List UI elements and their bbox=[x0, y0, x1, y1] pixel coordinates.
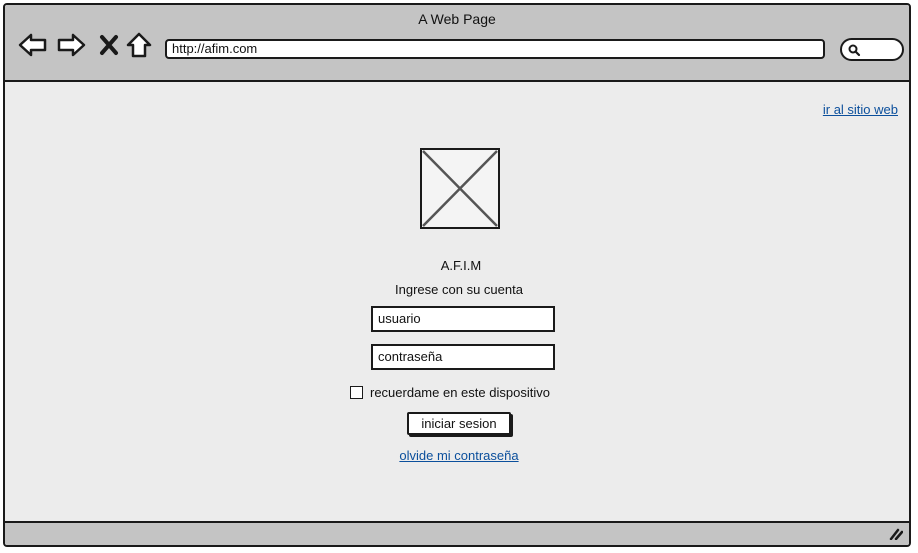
forward-button[interactable] bbox=[55, 30, 87, 60]
address-bar[interactable]: http://afim.com bbox=[165, 39, 825, 59]
brand-name: A.F.I.M bbox=[440, 258, 482, 273]
stop-button[interactable] bbox=[93, 30, 125, 60]
logo-placeholder bbox=[420, 148, 500, 229]
password-input[interactable]: contraseña bbox=[371, 344, 555, 370]
browser-window: A Web Page http://afim.com ir al sitio w… bbox=[3, 3, 911, 547]
remember-label: recuerdame en este dispositivo bbox=[370, 384, 550, 400]
remember-checkbox[interactable] bbox=[350, 385, 363, 399]
arrow-left-icon bbox=[18, 33, 47, 57]
login-button[interactable]: iniciar sesion bbox=[407, 412, 511, 435]
forgot-password-link[interactable]: olvide mi contraseña bbox=[5, 448, 909, 463]
close-icon bbox=[100, 35, 118, 55]
browser-toolbar: A Web Page http://afim.com bbox=[5, 5, 909, 82]
login-subtitle: Ingrese con su cuenta bbox=[395, 282, 523, 297]
window-title: A Web Page bbox=[418, 11, 496, 27]
username-input[interactable]: usuario bbox=[371, 306, 555, 332]
image-placeholder-icon bbox=[422, 150, 498, 227]
status-bar bbox=[5, 521, 909, 545]
page-content: ir al sitio web A.F.I.M Ingrese con su c… bbox=[5, 82, 909, 524]
home-icon bbox=[126, 32, 152, 58]
back-button[interactable] bbox=[17, 30, 49, 60]
home-button[interactable] bbox=[123, 30, 155, 60]
remember-me: recuerdame en este dispositivo bbox=[350, 384, 550, 400]
search-icon bbox=[848, 44, 861, 57]
search-button[interactable] bbox=[840, 38, 904, 61]
resize-grip-icon[interactable] bbox=[889, 528, 903, 540]
arrow-right-icon bbox=[57, 33, 86, 57]
go-to-site-link[interactable]: ir al sitio web bbox=[823, 102, 898, 117]
